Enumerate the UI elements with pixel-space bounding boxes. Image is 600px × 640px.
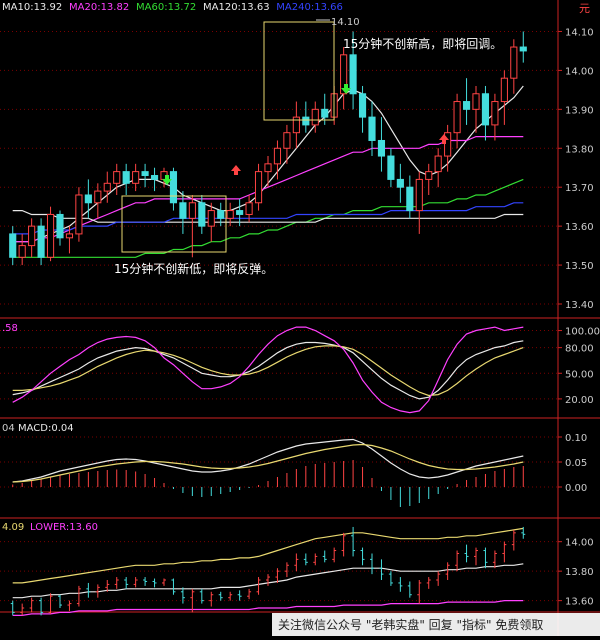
price-candle-body — [28, 225, 36, 247]
price-candle-body — [462, 101, 471, 110]
stock-chart-svg: 14.10 14.00 13.90 13.80 13.70 13.60 13.50 13.40… — [0, 0, 600, 636]
price-candle-body — [236, 210, 244, 215]
macd-tick-label: 0.05 — [565, 458, 587, 469]
price-candle-body — [519, 46, 527, 52]
price-tick-label: 13.40 — [565, 300, 594, 311]
box-high-note: 15分钟不创新高，即将回调。 — [343, 36, 502, 51]
price-candle-body — [84, 194, 92, 204]
price-candle-body — [9, 233, 17, 258]
price-candle-body — [302, 116, 310, 126]
boll-upper-label: 4.09 — [2, 522, 24, 533]
boll-tick-label: 13.80 — [565, 567, 594, 578]
price-candle-body — [56, 213, 64, 239]
price-candle-body — [311, 108, 319, 126]
buy-signal-arrow-1 — [231, 165, 241, 175]
price-candle-body — [481, 93, 490, 126]
price-candle-body — [207, 210, 215, 227]
price-candle-body — [283, 132, 291, 149]
price-candle-body — [472, 93, 480, 110]
price-candle-body — [377, 139, 386, 157]
macd-prefix-label: 04 — [2, 423, 15, 434]
price-candle-body — [132, 171, 140, 184]
boll-tick-label: 13.60 — [565, 597, 594, 608]
price-candle-body — [217, 210, 225, 219]
legend-item-1: MA20:13.82 — [69, 2, 129, 13]
price-candle-body — [94, 190, 102, 204]
box-low-note: 15分钟不创新低，即将反弹。 — [114, 261, 273, 276]
price-candle-body — [169, 171, 178, 204]
price-tick-label: 13.50 — [565, 261, 594, 272]
macd-tick-label: 0.00 — [565, 483, 587, 494]
watermark-text: 关注微信公众号 "老韩实盘" 回复 "指标" 免费领取 — [278, 617, 543, 632]
price-candle-body — [358, 93, 367, 118]
price-candle-body — [273, 147, 282, 165]
price-candle-body — [226, 210, 234, 219]
kdj-tick-label: 100.00 — [565, 327, 600, 338]
price-candle-body — [510, 46, 518, 79]
macd-line-dif — [12, 438, 524, 483]
price-candle-body — [37, 225, 45, 258]
price-tick-label: 13.60 — [565, 222, 594, 233]
price-candle-body — [75, 194, 83, 235]
price-candle-body — [396, 178, 404, 188]
legend-item-0: MA10:13.92 — [2, 2, 62, 13]
price-tick-label: 13.80 — [565, 144, 594, 155]
price-candle-body — [245, 202, 253, 215]
price-candle-body — [425, 171, 433, 180]
price-candle-body — [122, 171, 130, 184]
price-candle-body — [321, 108, 329, 118]
price-candle-body — [150, 175, 159, 180]
price-candle-body — [65, 233, 74, 239]
price-candle-body — [491, 101, 499, 126]
price-tick-label: 13.90 — [565, 105, 594, 116]
price-candle-body — [264, 163, 272, 173]
price-tick-label: 14.00 — [565, 66, 594, 77]
price-candle-body — [188, 202, 196, 219]
buy-signal-arrow-1-shape — [231, 165, 241, 175]
price-candle-body — [18, 245, 26, 258]
price-tick-label: 14.10 — [565, 27, 594, 38]
price-candle-body — [368, 116, 376, 141]
macd-line-dea — [12, 443, 524, 483]
kdj-tick-label: 80.00 — [565, 344, 594, 355]
price-candle-body — [387, 155, 395, 180]
kdj-line-d — [12, 345, 524, 397]
boll-lower-label: LOWER:13.60 — [30, 522, 98, 533]
legend-item-3: MA120:13.63 — [203, 2, 270, 13]
price-candle-body — [349, 54, 357, 95]
macd-label: MACD:0.04 — [18, 423, 74, 434]
price-candle-body — [254, 171, 263, 204]
stock-chart-window: 14.10 14.00 13.90 13.80 13.70 13.60 13.50 13.40… — [0, 0, 600, 636]
kdj-tick-label: 50.00 — [565, 369, 594, 380]
price-candle-body — [179, 202, 187, 219]
price-candle-body — [415, 178, 423, 212]
ma-line-ma120 — [12, 210, 524, 223]
high-price-label: 14.10 — [331, 17, 360, 28]
price-candle-body — [198, 202, 206, 227]
high-annotation-box — [263, 21, 335, 121]
kdj-line-j — [12, 326, 524, 414]
price-candle-body — [406, 186, 414, 212]
price-candle-body — [103, 182, 111, 192]
price-candle-body — [434, 155, 442, 173]
price-candle-body — [46, 213, 55, 258]
legend-item-4: MA240:13.66 — [276, 2, 343, 13]
boll-tick-label: 14.00 — [565, 538, 594, 549]
price-candle-body — [292, 116, 300, 134]
price-candle-body — [500, 77, 508, 103]
corner-label: 元 — [579, 2, 590, 15]
price-tick-label: 13.70 — [565, 183, 594, 194]
kdj-tick-label: 20.00 — [565, 395, 594, 406]
legend-item-2: MA60:13.72 — [136, 2, 196, 13]
price-candle-body — [141, 171, 149, 177]
price-candle-body — [453, 101, 461, 134]
macd-tick-label: 0.10 — [565, 433, 587, 444]
price-candle-body — [113, 171, 121, 184]
kdj-label: .58 — [2, 323, 18, 334]
